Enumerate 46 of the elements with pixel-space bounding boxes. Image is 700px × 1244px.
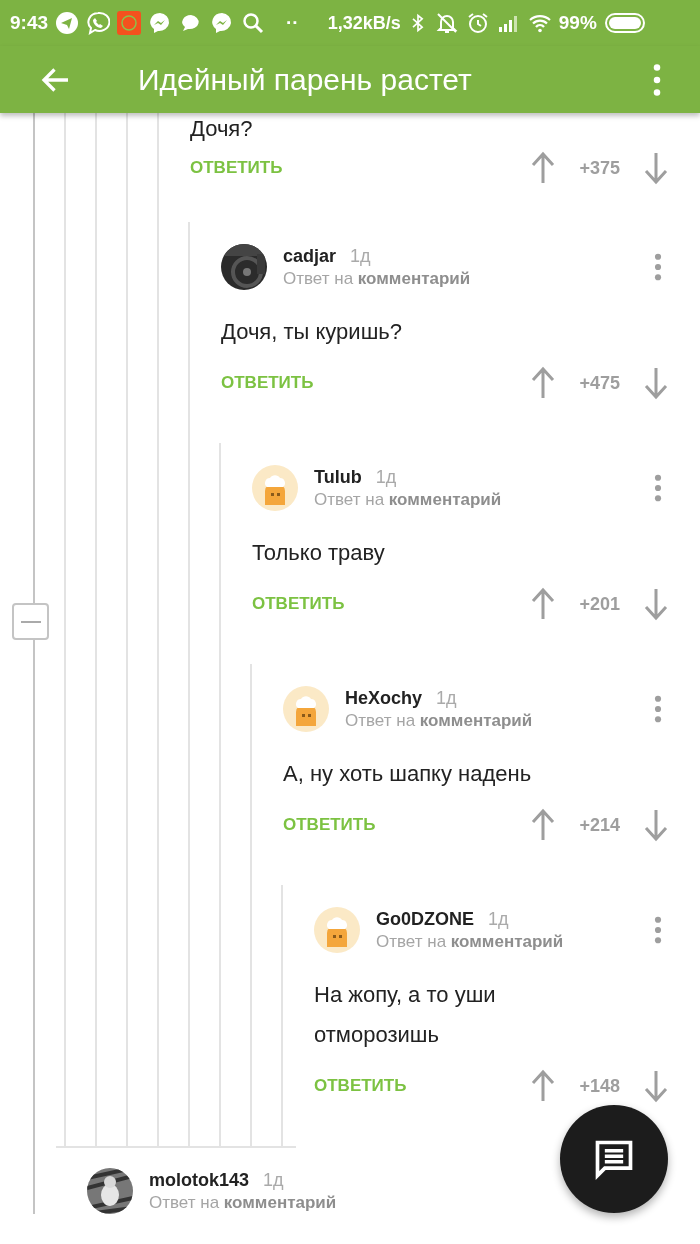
comment-text: Только траву (252, 539, 386, 567)
comment-button[interactable] (560, 1105, 668, 1213)
author-name[interactable]: cadjar (283, 245, 337, 267)
clock: 9:43 (10, 12, 49, 34)
comment-score: +475 (579, 372, 620, 394)
more-notifications: ·· (286, 12, 299, 34)
comment-score: +201 (579, 593, 620, 615)
battery-icon (603, 13, 646, 33)
comment-text: Дочя? (190, 115, 254, 143)
page-title: Идейный парень растет (138, 62, 473, 97)
phone-bubble-icon (86, 11, 111, 35)
author-name[interactable]: Go0DZONE (376, 908, 474, 930)
chef-avatar-icon (314, 907, 360, 953)
comment-text: А, ну хоть шапку надень (283, 760, 533, 788)
reply-to-label: Ответ на комментарий (283, 268, 472, 289)
comment-text: Дочя, ты куришь? (221, 318, 403, 346)
comment-time: 1д (350, 245, 371, 267)
comment-score: +375 (579, 157, 620, 179)
downvote-icon[interactable] (642, 1068, 670, 1104)
paper-plane-icon (55, 11, 80, 35)
author-name[interactable]: molotok143 (149, 1169, 250, 1191)
app-icon (117, 11, 142, 35)
battery-percent: 99% (558, 12, 597, 34)
downvote-icon[interactable] (642, 150, 670, 186)
search-icon (241, 11, 266, 35)
downvote-icon[interactable] (642, 807, 670, 843)
chef-avatar-icon (252, 465, 298, 511)
bell-off-icon (434, 11, 459, 35)
collapse-button[interactable] (12, 603, 49, 640)
comment-time: 1д (263, 1169, 284, 1191)
comment-score: +214 (579, 814, 620, 836)
network-speed: 1,32kB/s (327, 12, 401, 34)
author-name[interactable]: HeXochy (345, 687, 423, 709)
reply-to-label: Ответ на комментарий (149, 1192, 337, 1213)
chef-avatar-icon (283, 686, 329, 732)
downvote-icon[interactable] (642, 586, 670, 622)
reply-to-label: Ответ на комментарий (314, 489, 503, 510)
comment-text: На жопу, а то уши отморозишь (314, 981, 497, 1049)
comment-time: 1д (488, 908, 509, 930)
comment-time: 1д (375, 466, 397, 488)
author-name[interactable]: Tulub (314, 466, 362, 488)
downvote-icon[interactable] (642, 365, 670, 401)
reply-to-label: Ответ на комментарий (345, 710, 534, 731)
reply-to-label: Ответ на комментарий (376, 931, 565, 952)
comment-time: 1д (436, 687, 457, 709)
comment-score: +148 (579, 1075, 620, 1097)
